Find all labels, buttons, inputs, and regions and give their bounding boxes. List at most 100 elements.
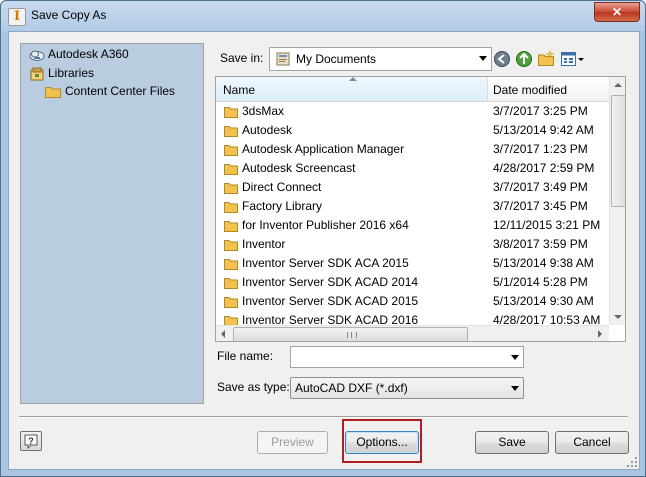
scroll-right-button[interactable]	[592, 326, 608, 341]
file-row[interactable]: Direct Connect 3/7/2017 3:49 PM	[216, 178, 609, 197]
close-button[interactable]: ✕	[594, 2, 640, 22]
save-as-type-value: AutoCAD DXF (*.dxf)	[295, 381, 408, 395]
places-item-label: Autodesk A360	[48, 47, 129, 61]
save-in-label: Save in:	[220, 51, 264, 65]
window-title: Save Copy As	[31, 8, 107, 22]
file-date: 4/28/2017 2:59 PM	[493, 161, 595, 175]
file-date: 5/13/2014 9:42 AM	[493, 123, 594, 137]
sort-ascending-icon	[349, 77, 357, 81]
file-row[interactable]: Inventor 3/8/2017 3:59 PM	[216, 235, 609, 254]
file-date: 3/7/2017 3:25 PM	[493, 104, 588, 118]
horizontal-scrollbar[interactable]	[216, 325, 609, 341]
folder-icon	[224, 221, 238, 232]
cancel-button[interactable]: Cancel	[555, 431, 629, 454]
file-row[interactable]: Autodesk Application Manager 3/7/2017 1:2…	[216, 140, 609, 159]
file-row[interactable]: Inventor Server SDK ACAD 2015 5/13/2014 9…	[216, 292, 609, 311]
help-button[interactable]: ?	[20, 431, 42, 451]
libraries-icon	[30, 67, 44, 81]
view-menu-icon[interactable]	[560, 50, 586, 68]
folder-icon	[224, 107, 238, 118]
folder-icon	[224, 278, 238, 289]
file-name: Inventor Server SDK ACAD 2014	[242, 275, 419, 289]
folder-icon	[224, 240, 238, 251]
file-name-field[interactable]	[290, 346, 524, 368]
separator	[19, 416, 628, 418]
up-folder-icon[interactable]	[515, 50, 533, 68]
column-header-name-label: Name	[223, 83, 256, 97]
file-name: 3dsMax	[242, 104, 285, 118]
file-name: Autodesk Application Manager	[242, 142, 405, 156]
column-header-name[interactable]: Name	[216, 77, 488, 101]
save-in-value: My Documents	[296, 52, 377, 66]
preview-button[interactable]: Preview	[257, 431, 328, 454]
file-name: Autodesk Screencast	[242, 161, 356, 175]
resize-grip-icon[interactable]	[626, 456, 638, 468]
chevron-down-icon	[479, 56, 487, 61]
file-row[interactable]: Autodesk Screencast 4/28/2017 2:59 PM	[216, 159, 609, 178]
file-name: Inventor Server SDK ACA 2015	[242, 256, 409, 270]
file-row[interactable]: 3dsMax 3/7/2017 3:25 PM	[216, 102, 609, 121]
places-item-content-center-files[interactable]: Content Center Files	[45, 82, 175, 100]
save-as-type-label: Save as type:	[217, 380, 290, 394]
grip-icon	[346, 332, 357, 338]
file-row[interactable]: Inventor Server SDK ACAD 2014 5/1/2014 5:…	[216, 273, 609, 292]
places-item-label: Libraries	[48, 66, 95, 80]
file-date: 3/8/2017 3:59 PM	[493, 237, 588, 251]
scroll-down-button[interactable]	[610, 309, 625, 325]
file-date: 3/7/2017 3:49 PM	[493, 180, 588, 194]
file-row[interactable]: Autodesk 5/13/2014 9:42 AM	[216, 121, 609, 140]
file-row[interactable]: Inventor Server SDK ACA 2015 5/13/2014 9:…	[216, 254, 609, 273]
file-date: 3/7/2017 3:45 PM	[493, 199, 588, 213]
folder-icon	[224, 164, 238, 175]
scroll-left-button[interactable]	[216, 326, 232, 341]
file-date: 5/13/2014 9:38 AM	[493, 256, 594, 270]
help-icon: ?	[24, 434, 38, 450]
folder-icon	[224, 126, 238, 137]
scroll-up-button[interactable]	[610, 77, 625, 93]
places-item-label: Content Center Files	[65, 84, 176, 98]
horizontal-scroll-thumb[interactable]	[233, 327, 468, 341]
file-name: Inventor Server SDK ACAD 2015	[242, 294, 419, 308]
folder-icon	[224, 259, 238, 270]
back-icon[interactable]	[493, 50, 511, 68]
save-in-dropdown[interactable]: My Documents	[269, 47, 492, 71]
chevron-left-icon	[221, 330, 225, 338]
places-item-autodesk-a360[interactable]: Autodesk A360	[29, 45, 129, 63]
file-date: 5/13/2014 9:30 AM	[493, 294, 594, 308]
places-item-libraries[interactable]: Libraries	[29, 64, 94, 82]
chevron-right-icon	[598, 330, 602, 338]
chevron-down-icon[interactable]	[511, 355, 519, 360]
save-button[interactable]: Save	[475, 431, 549, 454]
column-header-date-modified[interactable]: Date modified	[488, 77, 609, 101]
file-name: Inventor	[242, 237, 286, 251]
places-pane: Autodesk A360 Libraries Content Center F…	[20, 43, 204, 404]
title-bar[interactable]: I Save Copy As ✕	[1, 1, 645, 31]
vertical-scroll-thumb[interactable]	[611, 95, 625, 207]
vertical-scrollbar[interactable]	[609, 77, 625, 325]
folder-icon	[224, 145, 238, 156]
file-name: Autodesk	[242, 123, 293, 137]
new-folder-icon[interactable]	[537, 50, 555, 68]
column-header-date-label: Date modified	[493, 83, 568, 97]
options-highlight-box	[342, 419, 422, 463]
chevron-down-icon	[614, 315, 622, 319]
file-name-label: File name:	[217, 349, 274, 363]
folder-icon	[224, 297, 238, 308]
inventor-app-icon: I	[8, 8, 26, 26]
save-as-type-dropdown[interactable]: AutoCAD DXF (*.dxf)	[290, 377, 524, 399]
column-header-row: Name Date modified	[216, 77, 609, 102]
cloud-icon	[29, 50, 45, 61]
file-list[interactable]: Name Date modified 3dsMax 3/7/2017 3:25 P…	[215, 76, 626, 342]
file-rows: 3dsMax 3/7/2017 3:25 PM Autodesk 5/13/2014…	[216, 102, 609, 330]
file-row[interactable]: Factory Library 3/7/2017 3:45 PM	[216, 197, 609, 216]
file-date: 12/11/2015 3:21 PM	[493, 218, 601, 232]
file-name-input[interactable]	[294, 348, 498, 368]
file-name: Direct Connect	[242, 180, 322, 194]
file-row[interactable]: for Inventor Publisher 2016 x64 12/11/201…	[216, 216, 609, 235]
svg-text:?: ?	[28, 436, 34, 446]
chevron-down-icon	[511, 386, 519, 391]
folder-icon	[224, 183, 238, 194]
file-name: Factory Library	[242, 199, 323, 213]
file-date: 3/7/2017 1:23 PM	[493, 142, 588, 156]
folder-icon	[224, 202, 238, 213]
